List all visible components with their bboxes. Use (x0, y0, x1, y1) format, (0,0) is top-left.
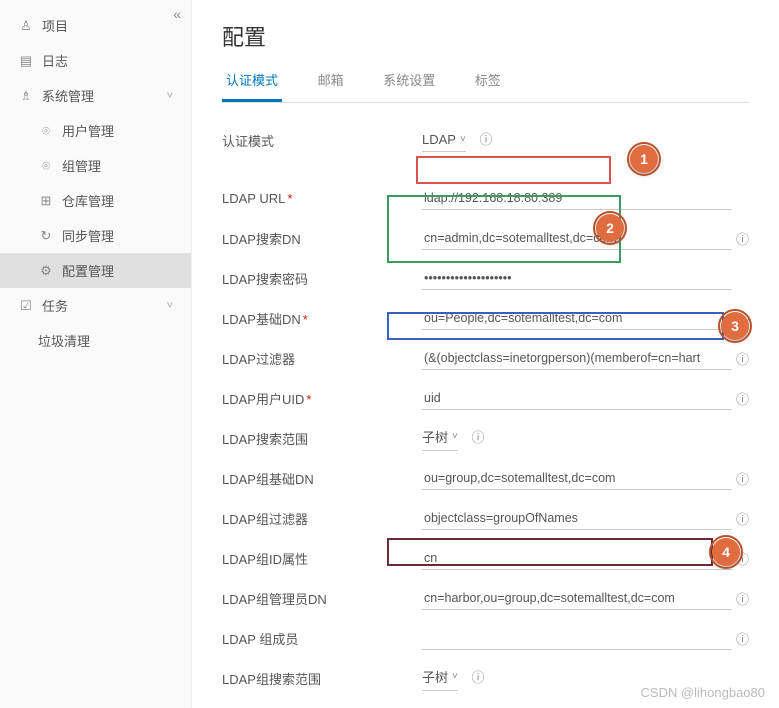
sidebar-item-groups[interactable]: ⌾ 组管理 (0, 148, 191, 183)
group-id-attr-input[interactable] (422, 547, 732, 570)
chevron-down-icon: ˅ (167, 300, 173, 312)
info-icon[interactable]: ⓘ (736, 229, 749, 248)
group-admin-dn-input[interactable] (422, 587, 732, 610)
base-dn-input[interactable] (422, 307, 732, 330)
label-group-search-scope: LDAP组搜索范围 (222, 669, 422, 688)
group-base-dn-input[interactable] (422, 467, 732, 490)
gear-icon: ⚙ (38, 263, 54, 279)
check-icon: ☑ (18, 298, 34, 314)
user-uid-input[interactable] (422, 387, 732, 410)
marker-3: 3 (721, 312, 749, 340)
info-icon[interactable]: ⓘ (736, 389, 749, 408)
box-icon: ⊞ (38, 193, 54, 209)
label-search-dn: LDAP搜索DN (222, 229, 422, 248)
row-filter: LDAP过滤器 ⓘ (222, 345, 749, 371)
search-dn-input[interactable] (422, 227, 732, 250)
row-search-dn: LDAP搜索DN ⓘ (222, 225, 749, 251)
sidebar-item-gc[interactable]: 垃圾清理 (0, 323, 191, 358)
sidebar-item-sysadmin[interactable]: ♗ 系统管理 ˅ (0, 78, 191, 113)
info-icon[interactable]: ⓘ (736, 509, 749, 528)
sync-icon: ↻ (38, 228, 54, 244)
users-icon: ⌾ (38, 158, 54, 174)
cluster-icon: ♗ (18, 88, 34, 104)
sidebar-item-config[interactable]: ⚙ 配置管理 (0, 253, 191, 288)
marker-2: 2 (596, 214, 624, 242)
marker-1: 1 (630, 145, 658, 173)
tab-labels[interactable]: 标签 (471, 62, 505, 99)
info-icon[interactable]: ⓘ (736, 469, 749, 488)
watermark: CSDN @lihongbao80 (641, 685, 766, 700)
search-scope-select[interactable]: 子树 ˅ (422, 425, 458, 451)
sidebar-item-logs[interactable]: ▤ 日志 (0, 43, 191, 78)
info-icon[interactable]: ⓘ (736, 349, 749, 368)
sidebar-item-repos[interactable]: ⊞ 仓库管理 (0, 183, 191, 218)
auth-mode-select[interactable]: LDAP ˅ (422, 130, 466, 152)
label-group-filter: LDAP组过滤器 (222, 509, 422, 528)
label-ldap-url: LDAP URL* (222, 191, 422, 206)
row-group-admin-dn: LDAP组管理员DN ⓘ (222, 585, 749, 611)
label-filter: LDAP过滤器 (222, 349, 422, 368)
label-group-id-attr: LDAP组ID属性 (222, 549, 422, 568)
info-icon[interactable]: ⓘ (736, 589, 749, 608)
row-group-id-attr: LDAP组ID属性 ⓘ (222, 545, 749, 571)
sidebar-label: 系统管理 (42, 86, 94, 105)
chevron-down-icon: ˅ (452, 431, 458, 442)
label-base-dn: LDAP基础DN* (222, 309, 422, 328)
label-search-scope: LDAP搜索范围 (222, 429, 422, 448)
sidebar-label: 组管理 (62, 156, 101, 175)
tab-system[interactable]: 系统设置 (379, 62, 439, 99)
row-auth-mode: 认证模式 LDAP ˅ ⓘ (222, 127, 749, 153)
info-icon[interactable]: ⓘ (736, 629, 749, 648)
label-search-pwd: LDAP搜索密码 (222, 269, 422, 288)
chevron-down-icon: ˅ (460, 134, 466, 145)
chevron-down-icon: ˅ (167, 90, 173, 102)
sidebar-label: 项目 (42, 16, 68, 35)
sidebar-item-sync[interactable]: ↻ 同步管理 (0, 218, 191, 253)
filter-input[interactable] (422, 347, 732, 370)
group-search-scope-select[interactable]: 子树 ˅ (422, 665, 458, 691)
sidebar-label: 配置管理 (62, 261, 114, 280)
ldap-url-input[interactable] (422, 187, 732, 210)
tab-email[interactable]: 邮箱 (314, 62, 348, 99)
doc-icon: ▤ (18, 53, 34, 69)
sidebar-item-users[interactable]: ⌾ 用户管理 (0, 113, 191, 148)
page-title: 配置 (222, 20, 749, 52)
info-icon[interactable]: ⓘ (471, 670, 484, 685)
main-content: 配置 认证模式 邮箱 系统设置 标签 认证模式 LDAP ˅ ⓘ LDAP UR… (192, 0, 779, 708)
tabs: 认证模式 邮箱 系统设置 标签 (222, 62, 749, 103)
sidebar-label: 垃圾清理 (38, 331, 90, 350)
group-filter-input[interactable] (422, 507, 732, 530)
marker-4: 4 (712, 538, 740, 566)
row-user-uid: LDAP用户UID* ⓘ (222, 385, 749, 411)
label-group-base-dn: LDAP组基础DN (222, 469, 422, 488)
chevron-down-icon: ˅ (452, 671, 458, 682)
row-search-pwd: LDAP搜索密码 (222, 265, 749, 291)
sidebar-label: 日志 (42, 51, 68, 70)
collapse-icon[interactable]: « (173, 6, 181, 22)
sidebar-label: 同步管理 (62, 226, 114, 245)
search-pwd-input[interactable] (422, 267, 732, 290)
label-group-member: LDAP 组成员 (222, 629, 422, 648)
row-group-base-dn: LDAP组基础DN ⓘ (222, 465, 749, 491)
tab-auth[interactable]: 认证模式 (222, 62, 282, 102)
row-group-member: LDAP 组成员 ⓘ (222, 625, 749, 651)
sidebar-item-project[interactable]: ♙ 项目 (0, 8, 191, 43)
label-user-uid: LDAP用户UID* (222, 389, 422, 408)
group-member-input[interactable] (422, 627, 732, 650)
user-icon: ♙ (18, 18, 34, 34)
sidebar: « ♙ 项目 ▤ 日志 ♗ 系统管理 ˅ ⌾ 用户管理 ⌾ 组管理 ⊞ 仓库管理… (0, 0, 192, 708)
info-icon[interactable]: ⓘ (479, 132, 492, 147)
label-auth-mode: 认证模式 (222, 131, 422, 150)
row-search-scope: LDAP搜索范围 子树 ˅ ⓘ (222, 425, 749, 451)
label-group-admin-dn: LDAP组管理员DN (222, 589, 422, 608)
users-icon: ⌾ (38, 123, 54, 139)
sidebar-label: 仓库管理 (62, 191, 114, 210)
sidebar-label: 用户管理 (62, 121, 114, 140)
info-icon[interactable]: ⓘ (471, 430, 484, 445)
row-base-dn: LDAP基础DN* ⓘ (222, 305, 749, 331)
row-ldap-url: LDAP URL* (222, 185, 749, 211)
sidebar-item-tasks[interactable]: ☑ 任务 ˅ (0, 288, 191, 323)
sidebar-label: 任务 (42, 296, 68, 315)
row-group-filter: LDAP组过滤器 ⓘ (222, 505, 749, 531)
